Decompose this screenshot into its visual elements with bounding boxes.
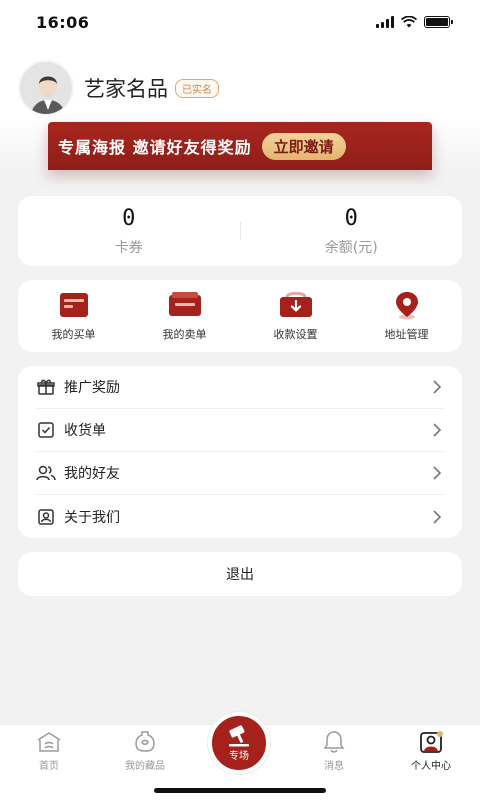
battery-icon: [424, 16, 453, 28]
invite-banner[interactable]: 专属海报 邀请好友得奖励 立即邀请: [48, 122, 432, 170]
menu-list: 推广奖励 收货单 我的好友 关于我们: [18, 366, 462, 538]
logout-label: 退出: [226, 567, 254, 583]
stat-coupons[interactable]: 0 卡券: [18, 205, 240, 257]
tab-my-collection[interactable]: 我的藏品: [110, 729, 180, 772]
chevron-right-icon: [430, 509, 444, 524]
sell-order-icon: [167, 290, 203, 320]
verified-badge: 已实名: [175, 78, 219, 98]
stat-value: 0: [344, 206, 358, 231]
menu-item-about-us[interactable]: 关于我们: [36, 495, 444, 538]
wifi-icon: [401, 16, 417, 28]
quick-action-label: 地址管理: [384, 328, 429, 341]
tab-messages[interactable]: 消息: [299, 729, 369, 772]
avatar-person-icon: [20, 62, 72, 114]
stat-value: 0: [122, 206, 136, 231]
collection-icon: [131, 729, 159, 755]
tab-label: 专场: [229, 750, 249, 762]
tab-label: 个人中心: [411, 761, 451, 772]
location-pin-icon: [389, 290, 425, 320]
avatar[interactable]: [18, 60, 74, 116]
bell-icon: [320, 729, 348, 755]
home-indicator: [154, 788, 326, 793]
profile-header[interactable]: 艺家名品 已实名: [18, 60, 219, 116]
stat-balance[interactable]: 0 余额(元): [241, 205, 463, 257]
tab-home[interactable]: 首页: [14, 729, 84, 772]
menu-item-my-friends[interactable]: 我的好友: [36, 452, 444, 495]
profile-icon: [417, 729, 445, 755]
quick-action-label: 收款设置: [273, 328, 318, 341]
about-icon: [36, 507, 56, 527]
menu-item-label: 收货单: [64, 423, 106, 439]
status-bar: 16:06: [0, 0, 480, 44]
menu-item-label: 我的好友: [64, 466, 120, 482]
menu-item-receipts[interactable]: 收货单: [36, 409, 444, 452]
stat-label: 余额(元): [324, 240, 378, 256]
receipt-icon: [36, 420, 56, 440]
quick-action-buy-orders[interactable]: 我的买单: [18, 290, 129, 342]
quick-action-payment-settings[interactable]: 收款设置: [240, 290, 351, 342]
username: 艺家名品: [84, 77, 168, 101]
tab-profile[interactable]: 个人中心: [396, 729, 466, 772]
tab-label: 首页: [39, 761, 59, 772]
invite-now-button[interactable]: 立即邀请: [261, 132, 346, 160]
quick-action-sell-orders[interactable]: 我的卖单: [129, 290, 240, 342]
chevron-right-icon: [430, 466, 444, 480]
signal-icon: [376, 16, 394, 28]
status-time: 16:06: [36, 12, 90, 32]
menu-item-promotion-rewards[interactable]: 推广奖励: [36, 366, 444, 409]
menu-item-label: 关于我们: [64, 509, 120, 526]
home-icon: [35, 729, 63, 755]
status-icons: [376, 16, 453, 28]
stat-label: 卡券: [114, 240, 143, 256]
stats-card: 0 卡券 0 余额(元): [18, 196, 462, 266]
tab-label: 我的藏品: [125, 761, 165, 772]
gift-icon: [36, 377, 56, 397]
quick-action-address-management[interactable]: 地址管理: [351, 290, 462, 342]
chevron-right-icon: [430, 423, 444, 437]
chevron-right-icon: [430, 380, 444, 394]
banner-text: 专属海报 邀请好友得奖励: [58, 138, 252, 157]
quick-action-label: 我的买单: [51, 328, 96, 341]
payment-settings-icon: [278, 290, 314, 320]
quick-action-label: 我的卖单: [162, 328, 207, 341]
quick-actions-card: 我的买单 我的卖单 收款设置 地址管理: [18, 280, 462, 352]
tab-label: 消息: [324, 761, 344, 772]
buy-order-icon: [56, 290, 92, 320]
menu-item-label: 推广奖励: [64, 380, 120, 396]
friends-icon: [36, 463, 56, 483]
logout-button[interactable]: 退出: [18, 552, 462, 596]
tab-special-auction[interactable]: 专场: [208, 712, 270, 774]
auction-hammer-icon: [229, 724, 249, 746]
